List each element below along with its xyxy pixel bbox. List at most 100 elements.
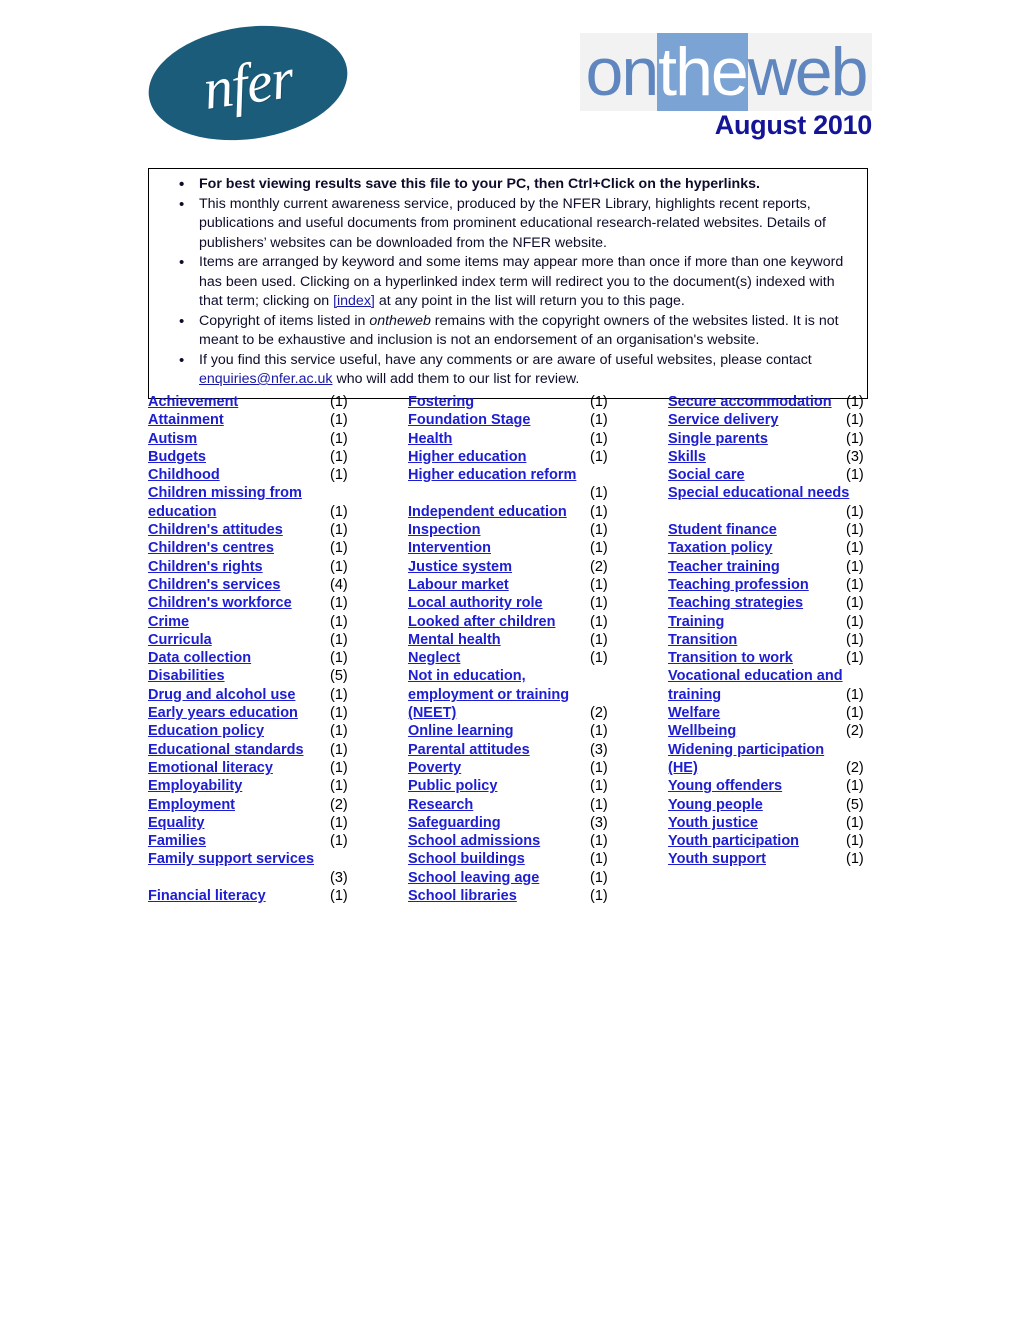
- index-term-link[interactable]: Drug and alcohol use: [148, 686, 295, 704]
- index-term-link[interactable]: Teaching profession: [668, 576, 809, 594]
- index-entry-count: (1): [330, 650, 348, 667]
- index-entry-count: (3): [846, 448, 864, 465]
- index-entry: Welfare (1): [668, 704, 872, 722]
- index-term-link[interactable]: Young offenders: [668, 777, 782, 795]
- index-term-link[interactable]: Online learning: [408, 722, 514, 740]
- index-entry: Teacher training (1): [668, 558, 872, 576]
- index-term-link[interactable]: Attainment: [148, 411, 224, 429]
- index-term-link[interactable]: Financial literacy: [148, 887, 266, 905]
- index-term-link[interactable]: Education policy: [148, 722, 264, 740]
- index-term-link[interactable]: Independent education: [408, 503, 567, 521]
- index-term-link[interactable]: Vocational education and: [668, 667, 843, 685]
- index-term-link[interactable]: (HE): [668, 759, 698, 777]
- index-entry: Teaching strategies (1): [668, 594, 872, 612]
- index-term-link[interactable]: Early years education: [148, 704, 298, 722]
- nfer-logo: nfer: [141, 13, 355, 153]
- index-term-link[interactable]: Labour market: [408, 576, 509, 594]
- contact-email-link[interactable]: enquiries@nfer.ac.uk: [199, 371, 333, 387]
- index-term-link[interactable]: Teaching strategies: [668, 594, 803, 612]
- index-term-link[interactable]: Data collection: [148, 649, 251, 667]
- index-term-link[interactable]: employment or training: [408, 686, 569, 704]
- index-term-link[interactable]: Transition to work: [668, 649, 793, 667]
- index-term-link[interactable]: Family support services: [148, 850, 314, 868]
- index-term-link[interactable]: Teacher training: [668, 558, 780, 576]
- index-term-link[interactable]: Skills: [668, 448, 706, 466]
- index-entry: Drug and alcohol use (1): [148, 686, 360, 704]
- index-term-link[interactable]: Foundation Stage: [408, 411, 530, 429]
- index-term-link[interactable]: School buildings: [408, 850, 525, 868]
- index-term-link[interactable]: Families: [148, 832, 206, 850]
- index-entry-count: (1): [846, 833, 864, 850]
- index-term-link[interactable]: Justice system: [408, 558, 512, 576]
- index-anchor-link[interactable]: [index]: [333, 293, 375, 309]
- index-term-link[interactable]: Single parents: [668, 430, 768, 448]
- index-term-link[interactable]: School libraries: [408, 887, 517, 905]
- index-term-link[interactable]: Looked after children: [408, 613, 555, 631]
- index-term-link[interactable]: Public policy: [408, 777, 497, 795]
- index-term-link[interactable]: Educational standards: [148, 741, 304, 759]
- index-term-link[interactable]: Fostering: [408, 393, 474, 411]
- ontheweb-logo-text: ontheweb: [580, 33, 872, 111]
- index-entry: Educational standards (1): [148, 741, 360, 759]
- index-term-link[interactable]: Special educational needs: [668, 484, 849, 502]
- index-term-link[interactable]: Wellbeing: [668, 722, 736, 740]
- index-term-link[interactable]: Transition: [668, 631, 737, 649]
- index-term-link[interactable]: Training: [668, 613, 724, 631]
- index-term-link[interactable]: Not in education,: [408, 667, 526, 685]
- index-term-link[interactable]: training: [668, 686, 721, 704]
- index-term-link[interactable]: Children's rights: [148, 558, 263, 576]
- index-term-link[interactable]: Mental health: [408, 631, 501, 649]
- index-term-link[interactable]: Employment: [148, 796, 235, 814]
- index-term-link[interactable]: Local authority role: [408, 594, 543, 612]
- index-term-link[interactable]: education: [148, 503, 216, 521]
- index-term-link[interactable]: Autism: [148, 430, 197, 448]
- index-term-link[interactable]: Student finance: [668, 521, 777, 539]
- index-entry-count: (1): [590, 540, 608, 557]
- index-term-link[interactable]: Children missing from: [148, 484, 302, 502]
- index-term-link[interactable]: Youth participation: [668, 832, 799, 850]
- index-term-link[interactable]: School leaving age: [408, 869, 539, 887]
- index-term-link[interactable]: Children's services: [148, 576, 280, 594]
- index-term-link[interactable]: Employability: [148, 777, 242, 795]
- index-term-link[interactable]: Disabilities: [148, 667, 225, 685]
- index-entry-count: (1): [846, 540, 864, 557]
- index-term-link[interactable]: Budgets: [148, 448, 206, 466]
- index-term-link[interactable]: School admissions: [408, 832, 540, 850]
- index-term-link[interactable]: Emotional literacy: [148, 759, 273, 777]
- index-term-link[interactable]: Inspection: [408, 521, 481, 539]
- index-term-link[interactable]: Children's workforce: [148, 594, 292, 612]
- index-term-link[interactable]: Widening participation: [668, 741, 824, 759]
- index-entry: Emotional literacy (1): [148, 759, 360, 777]
- index-term-link[interactable]: Youth justice: [668, 814, 758, 832]
- index-entry: Children's centres (1): [148, 539, 360, 557]
- index-term-link[interactable]: Curricula: [148, 631, 212, 649]
- index-term-link[interactable]: Intervention: [408, 539, 491, 557]
- index-term-link[interactable]: Neglect: [408, 649, 460, 667]
- index-term-link[interactable]: Young people: [668, 796, 763, 814]
- index-term-link[interactable]: Safeguarding: [408, 814, 501, 832]
- index-entry: Independent education (1): [408, 503, 620, 521]
- index-entry: Safeguarding (3): [408, 814, 620, 832]
- index-term-link[interactable]: Welfare: [668, 704, 720, 722]
- index-term-link[interactable]: Parental attitudes: [408, 741, 530, 759]
- index-term-link[interactable]: Children's centres: [148, 539, 274, 557]
- index-term-link[interactable]: Childhood: [148, 466, 220, 484]
- index-term-link[interactable]: Social care: [668, 466, 745, 484]
- index-term-link[interactable]: Equality: [148, 814, 204, 832]
- index-term-link[interactable]: Children's attitudes: [148, 521, 283, 539]
- index-term-link[interactable]: Higher education: [408, 448, 526, 466]
- index-term-link[interactable]: Taxation policy: [668, 539, 772, 557]
- index-term-link[interactable]: Service delivery: [668, 411, 778, 429]
- index-term-link[interactable]: Higher education reform: [408, 466, 576, 484]
- index-term-link[interactable]: Research: [408, 796, 473, 814]
- index-term-link[interactable]: Crime: [148, 613, 189, 631]
- index-entry-count: (1): [330, 833, 348, 850]
- index-term-link[interactable]: Achievement: [148, 393, 238, 411]
- index-term-link[interactable]: Health: [408, 430, 452, 448]
- index-term-link[interactable]: Secure accommodation: [668, 393, 832, 411]
- index-entry-count: (2): [590, 705, 608, 722]
- index-term-link[interactable]: Poverty: [408, 759, 461, 777]
- index-term-link[interactable]: Youth support: [668, 850, 766, 868]
- index-entry: Inspection (1): [408, 521, 620, 539]
- index-term-link[interactable]: (NEET): [408, 704, 456, 722]
